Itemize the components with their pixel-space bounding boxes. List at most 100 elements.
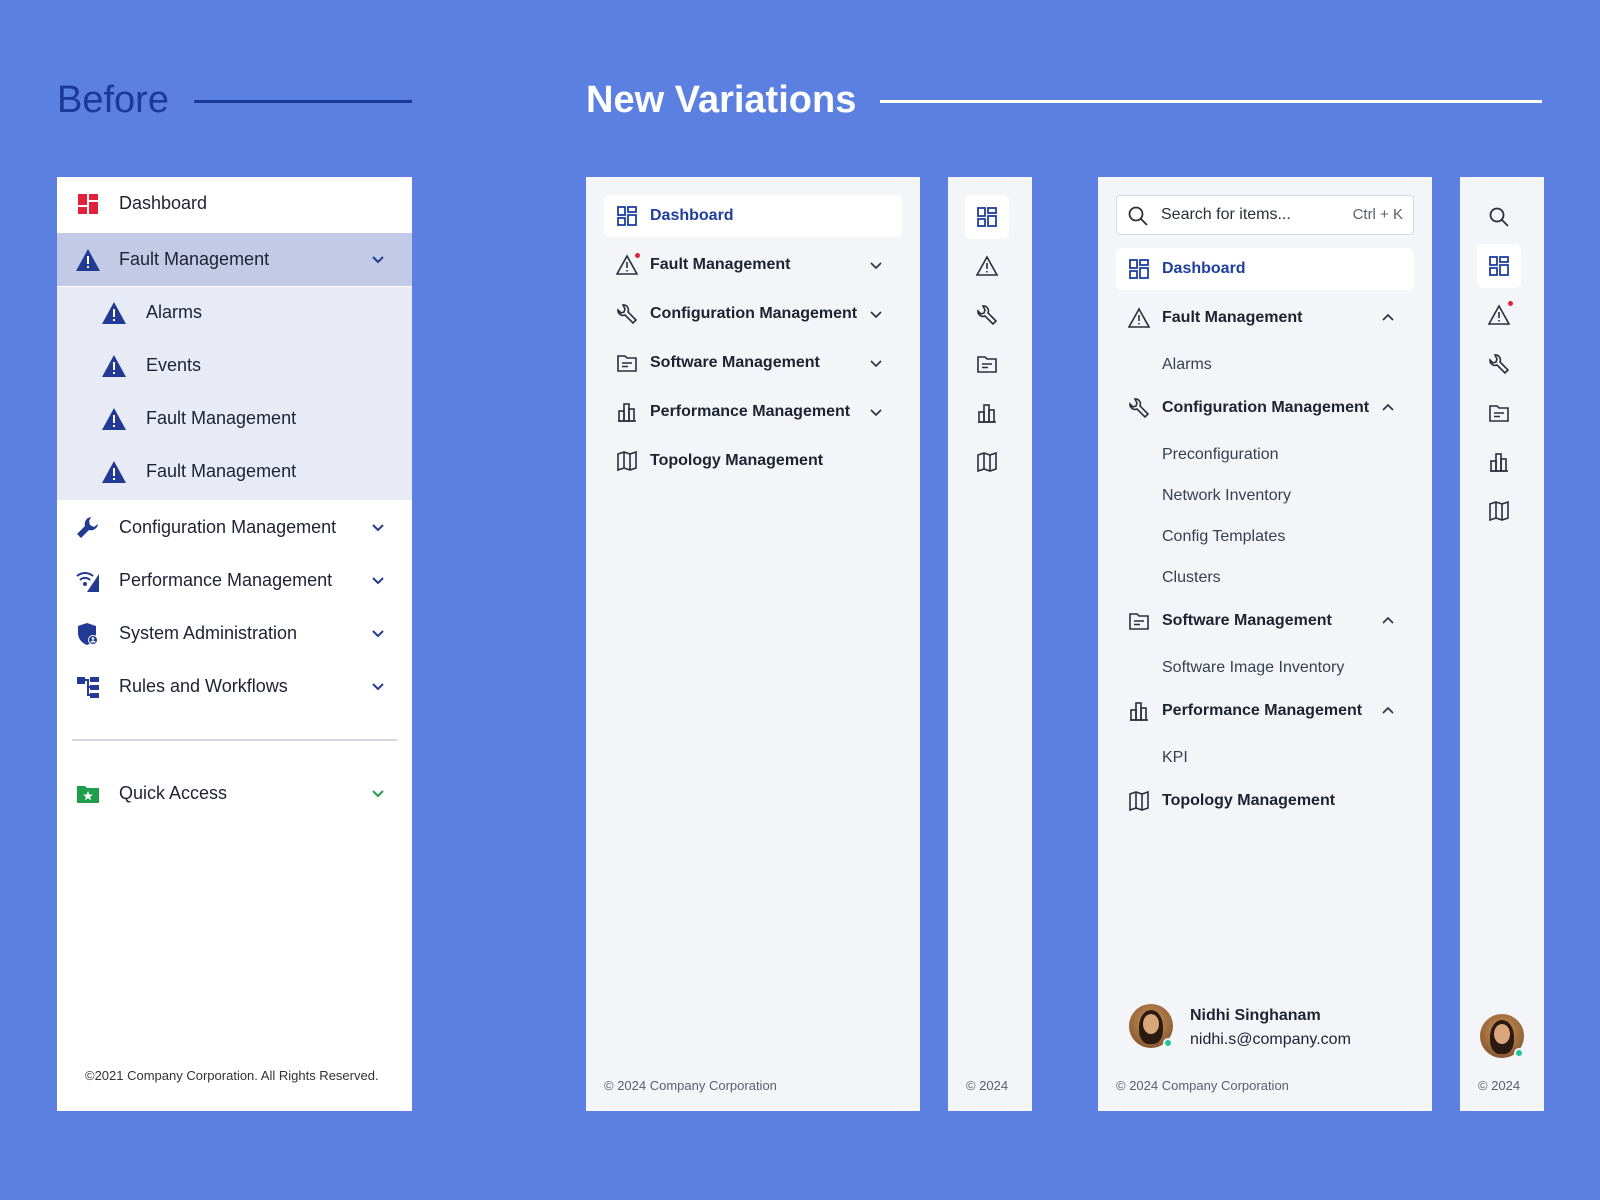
sidebar-item-label: Quick Access [119, 783, 228, 803]
chevron-down-icon[interactable] [369, 518, 387, 536]
nav-subitem-software-image-inventory[interactable]: Software Image Inventory [1162, 658, 1344, 678]
nav-subitem-clusters[interactable]: Clusters [1162, 568, 1221, 588]
chevron-down-icon[interactable] [369, 571, 387, 589]
chevron-down-icon[interactable] [868, 257, 884, 273]
rail-item-dashboard[interactable] [1477, 244, 1521, 288]
warning-icon [101, 353, 127, 379]
folder-icon [1488, 402, 1510, 424]
chevron-up-icon[interactable] [1380, 310, 1396, 326]
workflow-icon [75, 674, 101, 700]
nav-subitem-kpi[interactable]: KPI [1162, 748, 1188, 768]
warning-icon [101, 459, 127, 485]
sidebar-item-label: System Administration [119, 623, 298, 643]
search-input[interactable]: Search for items... Ctrl + K [1116, 195, 1414, 235]
new-variations-heading-rule [880, 100, 1542, 103]
before-heading-rule [194, 100, 412, 103]
nav-item-performance-management[interactable]: Performance Management [604, 391, 902, 433]
rail-item-configuration-management[interactable] [1477, 342, 1521, 386]
avatar[interactable] [1480, 1014, 1524, 1058]
warning-icon [616, 254, 638, 276]
sidebar-item-label: Rules and Workflows [119, 676, 288, 696]
copyright-footer: ©2021 Company Corporation. All Rights Re… [85, 1068, 379, 1083]
nav-item-configuration-management[interactable]: Configuration Management [1116, 387, 1414, 429]
rail-item-software-management[interactable] [965, 342, 1009, 386]
sidebar-subitem-fault-management[interactable]: Fault Management [57, 445, 412, 498]
wrench-icon [1128, 397, 1150, 419]
sidebar-item-configuration-management[interactable]: Configuration Management [57, 501, 412, 554]
nav-item-label: Configuration Management [650, 305, 858, 322]
rail-item-software-management[interactable] [1477, 391, 1521, 435]
sidebar-item-label: Fault Management [146, 408, 297, 428]
sidebar-subitem-events[interactable]: Events [57, 339, 412, 392]
warning-icon [101, 300, 127, 326]
nav-item-label: Software Management [1162, 612, 1332, 629]
avatar[interactable] [1129, 1004, 1173, 1048]
user-email: nidhi.s@company.com [1190, 1031, 1351, 1048]
nav-item-software-management[interactable]: Software Management [1116, 600, 1414, 642]
new-variations-heading: New Variations [586, 79, 857, 121]
nav-item-label: Performance Management [650, 403, 851, 420]
sidebar-item-system-administration[interactable]: System Administration [57, 607, 412, 660]
chevron-down-icon[interactable] [868, 355, 884, 371]
wrench-icon [1488, 353, 1510, 375]
nav-item-label: Performance Management [1162, 702, 1363, 719]
rail-item-fault-management[interactable] [1477, 293, 1521, 337]
sidebar-item-label: Fault Management [119, 249, 270, 269]
nav-item-dashboard[interactable]: Dashboard [604, 195, 902, 237]
variation1-sidebar: Dashboard Fault Management Configuration… [586, 177, 920, 1111]
nav-subitem-config-templates[interactable]: Config Templates [1162, 527, 1285, 547]
nav-subitem-preconfiguration[interactable]: Preconfiguration [1162, 445, 1279, 465]
nav-item-label: Software Management [650, 354, 820, 371]
copyright-footer: © 2024 [966, 1078, 1009, 1093]
nav-subitem-alarms[interactable]: Alarms [1162, 355, 1212, 375]
sidebar-item-label: Configuration Management [119, 517, 337, 537]
nav-item-software-management[interactable]: Software Management [604, 342, 902, 384]
nav-item-topology-management[interactable]: Topology Management [1116, 780, 1414, 822]
nav-item-fault-management[interactable]: Fault Management [604, 244, 902, 286]
nav-item-fault-management[interactable]: Fault Management [1116, 297, 1414, 339]
chevron-down-icon[interactable] [868, 306, 884, 322]
sidebar-item-quick-access[interactable]: Quick Access [57, 767, 412, 820]
sidebar-item-performance-management[interactable]: Performance Management [57, 554, 412, 607]
nav-item-configuration-management[interactable]: Configuration Management [604, 293, 902, 335]
sidebar-item-dashboard[interactable]: Dashboard [57, 177, 412, 230]
nav-item-performance-management[interactable]: Performance Management [1116, 690, 1414, 732]
rail-item-performance-management[interactable] [965, 391, 1009, 435]
chevron-down-icon[interactable] [369, 784, 387, 802]
rail-item-performance-management[interactable] [1477, 440, 1521, 484]
nav-item-topology-management[interactable]: Topology Management [604, 440, 902, 482]
rail-item-configuration-management[interactable] [965, 293, 1009, 337]
chevron-up-icon[interactable] [1380, 703, 1396, 719]
rail-item-topology-management[interactable] [1477, 489, 1521, 533]
sidebar-item-rules-and-workflows[interactable]: Rules and Workflows [57, 660, 412, 713]
warning-icon [1128, 307, 1150, 329]
map-icon [976, 451, 998, 473]
copyright-footer: © 2024 [1478, 1078, 1521, 1093]
map-icon [1488, 500, 1510, 522]
variation2-collapsed-rail: © 2024 [1460, 177, 1544, 1111]
rail-item-fault-management[interactable] [965, 244, 1009, 288]
copyright-footer: © 2024 Company Corporation [1116, 1078, 1289, 1093]
user-name: Nidhi Singhanam [1190, 1007, 1321, 1024]
sidebar-subitem-alarms[interactable]: Alarms [57, 286, 412, 339]
chevron-down-icon[interactable] [369, 677, 387, 695]
rail-item-topology-management[interactable] [965, 440, 1009, 484]
grid-icon [976, 206, 998, 228]
folder-star-icon [75, 781, 101, 807]
sidebar-item-label: Alarms [146, 302, 203, 322]
wrench-icon [616, 303, 638, 325]
chevron-down-icon[interactable] [868, 404, 884, 420]
sidebar-divider [72, 739, 397, 741]
nav-subitem-network-inventory[interactable]: Network Inventory [1162, 486, 1291, 506]
dashboard-icon [75, 191, 101, 217]
chevron-up-icon[interactable] [1380, 400, 1396, 416]
chevron-down-icon[interactable] [369, 250, 387, 268]
chevron-down-icon[interactable] [369, 624, 387, 642]
nav-item-dashboard[interactable]: Dashboard [1116, 248, 1414, 290]
sidebar-subitem-fault-management[interactable]: Fault Management [57, 392, 412, 445]
signal-icon [75, 568, 101, 594]
rail-item-dashboard[interactable] [965, 195, 1009, 239]
chevron-up-icon[interactable] [1380, 613, 1396, 629]
sidebar-item-fault-management[interactable]: Fault Management [57, 233, 412, 286]
rail-item-search[interactable] [1477, 195, 1521, 239]
